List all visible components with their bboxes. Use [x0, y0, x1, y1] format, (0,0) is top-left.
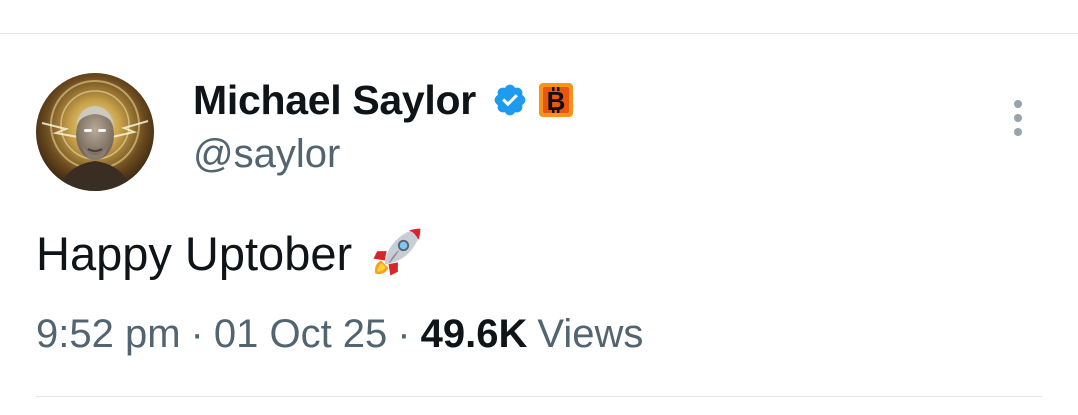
tweet-body: Happy Uptober: [36, 224, 426, 282]
meta-separator: ·: [190, 311, 204, 356]
tweet-meta: 9:52 pm · 01 Oct 25 · 49.6K Views: [36, 309, 643, 359]
avatar-image: [36, 73, 154, 191]
svg-text:B: B: [547, 86, 566, 116]
tweet-time[interactable]: 9:52 pm: [36, 312, 181, 357]
top-divider: [0, 33, 1078, 34]
bottom-divider: [36, 396, 1042, 397]
more-vertical-icon-dot: [1014, 114, 1022, 122]
tweet-date[interactable]: 01 Oct 25: [214, 312, 387, 357]
author-name-row: Michael Saylor B: [193, 74, 574, 126]
avatar[interactable]: [36, 73, 154, 191]
author-handle[interactable]: @saylor: [193, 132, 340, 177]
author-display-name[interactable]: Michael Saylor: [193, 77, 476, 124]
more-vertical-icon: [1014, 100, 1022, 108]
bitcoin-icon[interactable]: B: [538, 82, 574, 118]
tweet-text: Happy Uptober: [36, 226, 353, 280]
views-label[interactable]: Views: [537, 312, 643, 357]
more-options-button[interactable]: [1000, 96, 1036, 140]
rocket-icon: [366, 223, 426, 283]
more-vertical-icon-dot: [1014, 128, 1022, 136]
verified-badge-icon[interactable]: [492, 82, 528, 118]
meta-separator: ·: [397, 311, 411, 356]
views-count[interactable]: 49.6K: [421, 312, 528, 357]
